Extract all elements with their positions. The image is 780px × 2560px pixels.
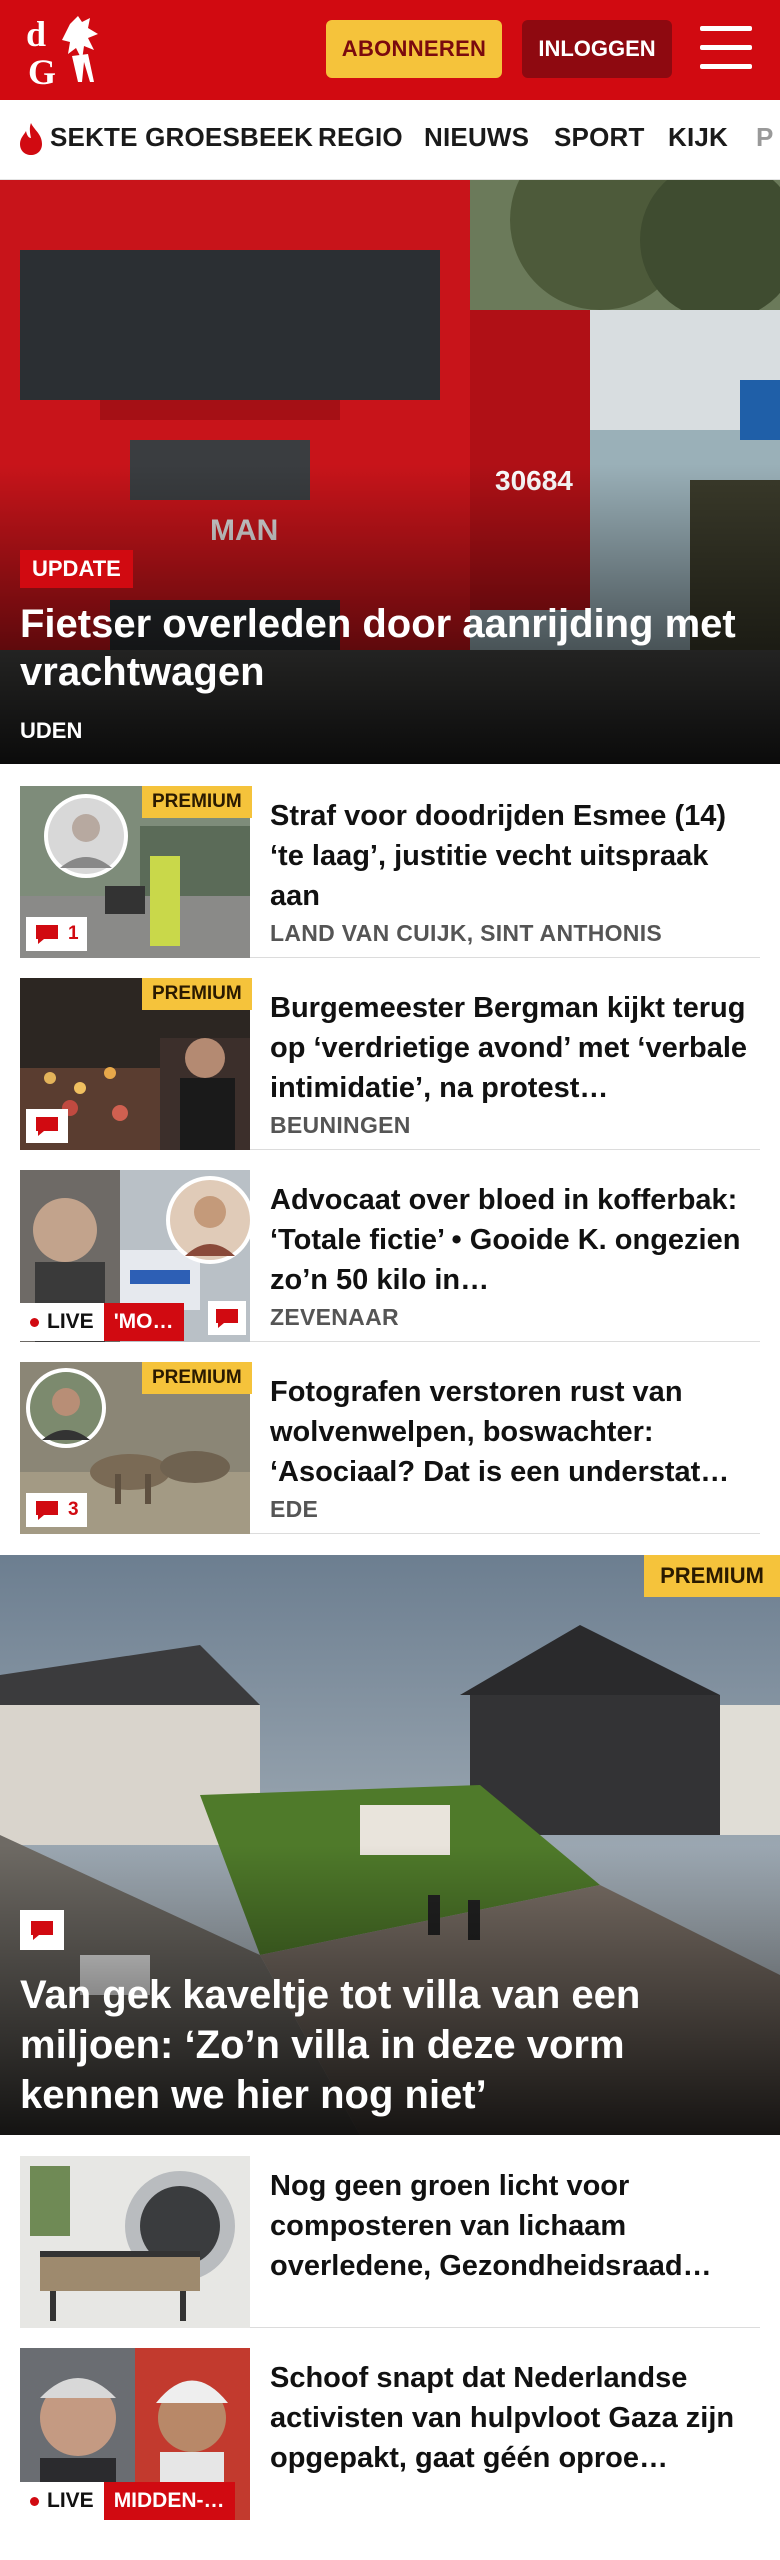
- article-place: ZEVENAAR: [270, 1304, 399, 1330]
- hamburger-menu-icon[interactable]: [700, 26, 752, 70]
- list-item[interactable]: Nog geen groen licht voor composteren va…: [20, 2156, 760, 2328]
- list-item[interactable]: PREMIUM 1 Straf voor doodrijden Esmee (1…: [20, 786, 760, 958]
- article-title[interactable]: Schoof snapt dat Nederlandse activisten …: [270, 2358, 760, 2478]
- feature-title[interactable]: Van gek kaveltje tot villa van een miljo…: [20, 1970, 760, 2120]
- live-label[interactable]: LIVE MIDDEN-…: [20, 2482, 235, 2520]
- article-place: EDE: [270, 1496, 319, 1522]
- premium-badge: PREMIUM: [644, 1555, 780, 1597]
- live-tag: LIVE: [20, 1303, 104, 1341]
- site-header: d G ABONNEREN INLOGGEN: [0, 0, 780, 100]
- list-item[interactable]: LIVE 'MO… Advocaat over bloed in kofferb…: [20, 1170, 760, 1342]
- section-nav: SEKTE GROESBEEK REGIO NIEUWS SPORT KIJK …: [0, 100, 780, 180]
- comment-count[interactable]: 1: [26, 917, 87, 951]
- comment-bubble-icon: [36, 1117, 58, 1136]
- live-tag: LIVE: [20, 2482, 104, 2520]
- logo[interactable]: d G: [22, 12, 114, 88]
- comment-count[interactable]: [20, 1910, 64, 1950]
- list-item[interactable]: LIVE MIDDEN-… Schoof snapt dat Nederland…: [20, 2348, 760, 2520]
- comment-count-label: 1: [68, 923, 79, 944]
- svg-text:G: G: [28, 52, 56, 88]
- nav-item-regio[interactable]: REGIO: [318, 122, 403, 153]
- live-dot-icon: [30, 1317, 39, 1327]
- live-text: LIVE: [47, 2489, 94, 2512]
- premium-badge: PREMIUM: [142, 978, 252, 1010]
- update-badge: UPDATE: [20, 550, 133, 588]
- article-title[interactable]: Fotografen verstoren rust van wolvenwelp…: [270, 1372, 760, 1492]
- feature-article[interactable]: PREMIUM Van gek kaveltje tot villa van e…: [0, 1555, 780, 2135]
- comment-bubble-icon: [36, 1501, 58, 1520]
- nav-item-nieuws[interactable]: NIEUWS: [424, 122, 529, 153]
- nav-item-more[interactable]: P: [756, 122, 774, 153]
- hero-title[interactable]: Fietser overleden door aanrijding met vr…: [20, 600, 760, 696]
- live-text: LIVE: [47, 1310, 94, 1333]
- article-place: LAND VAN CUIJK, SINT ANTHONIS: [270, 920, 663, 946]
- list-item[interactable]: PREMIUM 3 Fotografen verstoren rust van …: [20, 1362, 760, 1534]
- comment-count[interactable]: 3: [26, 1493, 87, 1527]
- svg-text:d: d: [26, 14, 46, 54]
- nav-item-sekte-groesbeek[interactable]: SEKTE GROESBEEK: [50, 122, 313, 153]
- comment-count[interactable]: [26, 1109, 68, 1143]
- article-title[interactable]: Burgemeester Bergman kijkt terug op ‘ver…: [270, 988, 760, 1108]
- premium-badge: PREMIUM: [142, 786, 252, 818]
- live-label[interactable]: LIVE 'MO…: [20, 1303, 184, 1341]
- live-dot-icon: [30, 2496, 39, 2506]
- comment-count[interactable]: [208, 1301, 246, 1335]
- comment-bubble-icon: [216, 1309, 238, 1328]
- article-title[interactable]: Straf voor doodrijden Esmee (14) ‘te laa…: [270, 796, 760, 916]
- nav-item-sport[interactable]: SPORT: [554, 122, 645, 153]
- comment-bubble-icon: [36, 925, 58, 944]
- comment-bubble-icon: [31, 1921, 53, 1940]
- article-thumbnail: [20, 2156, 250, 2328]
- login-button[interactable]: INLOGGEN: [522, 20, 672, 78]
- list-item[interactable]: PREMIUM Burgemeester Bergman kijkt terug…: [20, 978, 760, 1150]
- subscribe-button[interactable]: ABONNEREN: [326, 20, 502, 78]
- comment-count-label: 3: [68, 1499, 79, 1520]
- nav-item-kijk[interactable]: KIJK: [668, 122, 728, 153]
- hero-place: UDEN: [20, 718, 83, 743]
- article-title[interactable]: Advocaat over bloed in kofferbak: ‘Total…: [270, 1180, 760, 1300]
- live-topic: MIDDEN-…: [103, 2482, 235, 2520]
- flame-icon: [20, 123, 42, 155]
- hero-article[interactable]: MAN 30684 UPDATE Fietser overleden door …: [0, 180, 780, 764]
- article-place: BEUNINGEN: [270, 1112, 411, 1138]
- premium-badge: PREMIUM: [142, 1362, 252, 1394]
- live-topic: 'MO…: [103, 1303, 184, 1341]
- article-title[interactable]: Nog geen groen licht voor composteren va…: [270, 2166, 760, 2286]
